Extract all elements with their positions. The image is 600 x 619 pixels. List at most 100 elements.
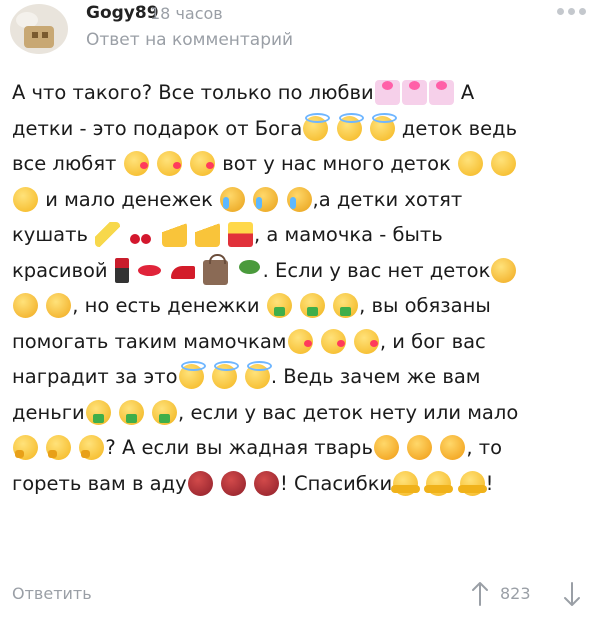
comment-text-segment: деньги xyxy=(12,400,85,424)
kissing-face-emoji-icon xyxy=(156,151,182,176)
comment-line-5: кушать , а мамочка - быть xyxy=(12,217,592,253)
money-mouth-emoji-icon xyxy=(266,293,292,318)
money-mouth-emoji-icon xyxy=(299,293,325,318)
high-heel-emoji-icon xyxy=(170,258,196,283)
comment-text-segment: . Если у вас нет деток xyxy=(262,258,491,282)
comment-text-segment: красивой xyxy=(12,258,108,282)
kissing-face-emoji-icon xyxy=(353,328,379,354)
couple-love-emoji-icon xyxy=(374,80,400,105)
comment-text-segment: , но есть денежки xyxy=(72,294,260,317)
comment-line-3: все любят вот у нас много деток xyxy=(12,146,592,182)
comment-text-segment: ? А если вы жадная тварь xyxy=(105,436,373,459)
broccoli-emoji-icon xyxy=(237,258,262,283)
comment-line-7: , но есть денежки , вы обязаны xyxy=(12,288,592,324)
downvote-arrow-icon[interactable] xyxy=(560,580,584,608)
comment-text-segment: ! Спасибки xyxy=(280,471,393,495)
reply-button[interactable]: Ответить xyxy=(12,584,92,603)
comment-line-1: А что такого? Все только по любви А xyxy=(12,75,592,111)
comment-footer: Ответить 823 xyxy=(0,580,600,610)
ogre-emoji-icon xyxy=(254,470,280,496)
kissing-face-emoji-icon xyxy=(123,151,149,176)
hugging-face-emoji-icon xyxy=(391,470,421,496)
comment-text-segment: А xyxy=(460,81,475,104)
reply-to-label[interactable]: Ответ на комментарий xyxy=(86,30,293,50)
comment-line-12: гореть вам в аду ! Спасибки ! xyxy=(12,466,592,502)
more-options-icon[interactable] xyxy=(557,8,586,15)
comment-line-6: красивой . Если у вас нет деток xyxy=(12,253,592,289)
upvote-arrow-icon[interactable] xyxy=(468,580,492,608)
timestamp: 18 часов xyxy=(150,4,223,23)
money-mouth-emoji-icon xyxy=(152,399,178,425)
comment-text-segment: , вы обязаны xyxy=(359,294,491,317)
couple-love-emoji-icon xyxy=(428,80,454,105)
relieved-face-emoji-icon xyxy=(458,151,484,176)
angry-face-emoji-icon xyxy=(407,435,433,460)
sad-face-emoji-icon xyxy=(491,257,517,283)
comment-line-11: ? А если вы жадная тварь , то xyxy=(12,430,592,466)
comment-text-segment: и мало денежек xyxy=(45,187,213,211)
comment-text-segment: гореть вам в аду xyxy=(12,471,187,495)
banana-emoji-icon xyxy=(95,222,121,247)
username[interactable]: Gogy89 xyxy=(86,3,159,23)
handbag-emoji-icon xyxy=(203,253,229,285)
comment-header: Gogy89 18 часов Ответ на комментарий xyxy=(0,0,600,64)
comment-text-segment: А что такого? Все только по любви xyxy=(12,81,374,104)
halo-face-emoji-icon xyxy=(211,361,239,389)
likes-count: 823 xyxy=(500,584,531,603)
couple-love-emoji-icon xyxy=(401,80,427,105)
kissing-face-emoji-icon xyxy=(320,328,346,354)
comment-text-segment: наградит за это xyxy=(12,365,178,388)
halo-face-emoji-icon xyxy=(244,361,272,389)
ogre-emoji-icon xyxy=(187,470,213,496)
crying-face-emoji-icon xyxy=(253,186,279,212)
lips-emoji-icon xyxy=(137,258,162,283)
comment-text: А что такого? Все только по любви А детк… xyxy=(12,75,592,501)
comment-text-segment: , а мамочка - быть xyxy=(253,223,443,246)
comment-line-4: и мало денежек ,а детки хотят xyxy=(12,182,592,218)
lipstick-emoji-icon xyxy=(114,257,129,283)
money-mouth-emoji-icon xyxy=(118,399,144,425)
comment-text-segment: вот у нас много деток xyxy=(222,152,451,175)
thinking-face-emoji-icon xyxy=(46,435,72,460)
comment-text-segment: , то xyxy=(466,436,503,459)
comment-line-2: детки - это подарок от Бога деток ведь xyxy=(12,111,592,147)
comment-text-segment: детки - это подарок от Бога xyxy=(12,116,303,140)
comment-line-8: помогать таким мамочкам , и бог вас xyxy=(12,324,592,360)
crying-face-emoji-icon xyxy=(286,186,312,212)
comment-text-segment: все любят xyxy=(12,152,117,175)
money-mouth-emoji-icon xyxy=(333,293,359,318)
kissing-face-emoji-icon xyxy=(190,151,216,176)
hugging-face-emoji-icon xyxy=(424,470,454,496)
kissing-face-emoji-icon xyxy=(287,328,313,354)
sad-face-emoji-icon xyxy=(13,293,38,318)
comment-text-segment: деток ведь xyxy=(401,116,518,140)
comment-text-segment: кушать xyxy=(12,223,88,246)
comment-text-segment: , и бог вас xyxy=(379,329,486,353)
relieved-face-emoji-icon xyxy=(13,186,38,212)
thinking-face-emoji-icon xyxy=(79,435,105,460)
comment-text-segment: помогать таким мамочкам xyxy=(12,329,287,353)
angry-face-emoji-icon xyxy=(373,435,399,460)
comment-line-10: деньги , если у вас деток нету или мало xyxy=(12,395,592,431)
relieved-face-emoji-icon xyxy=(491,151,517,176)
fries-emoji-icon xyxy=(227,222,253,247)
angry-face-emoji-icon xyxy=(440,435,466,460)
sad-face-emoji-icon xyxy=(46,293,72,318)
crying-face-emoji-icon xyxy=(220,186,246,212)
thinking-face-emoji-icon xyxy=(13,435,38,460)
comment-text-segment: . Ведь зачем же вам xyxy=(270,365,481,388)
halo-face-emoji-icon xyxy=(178,361,206,389)
comment-text-segment: , если у вас деток нету или мало xyxy=(178,400,519,424)
cherry-emoji-icon xyxy=(128,222,153,247)
cheese-emoji-icon xyxy=(161,222,187,247)
ogre-emoji-icon xyxy=(220,470,246,496)
comment-text-segment: ! xyxy=(485,471,494,495)
comment-text-segment: ,а детки хотят xyxy=(312,187,463,211)
halo-face-emoji-icon xyxy=(303,112,331,141)
avatar[interactable] xyxy=(10,4,68,54)
hugging-face-emoji-icon xyxy=(457,470,487,496)
halo-face-emoji-icon xyxy=(369,112,397,141)
money-mouth-emoji-icon xyxy=(85,399,111,425)
halo-face-emoji-icon xyxy=(336,112,364,141)
comment-line-9: наградит за это . Ведь зачем же вам xyxy=(12,359,592,395)
